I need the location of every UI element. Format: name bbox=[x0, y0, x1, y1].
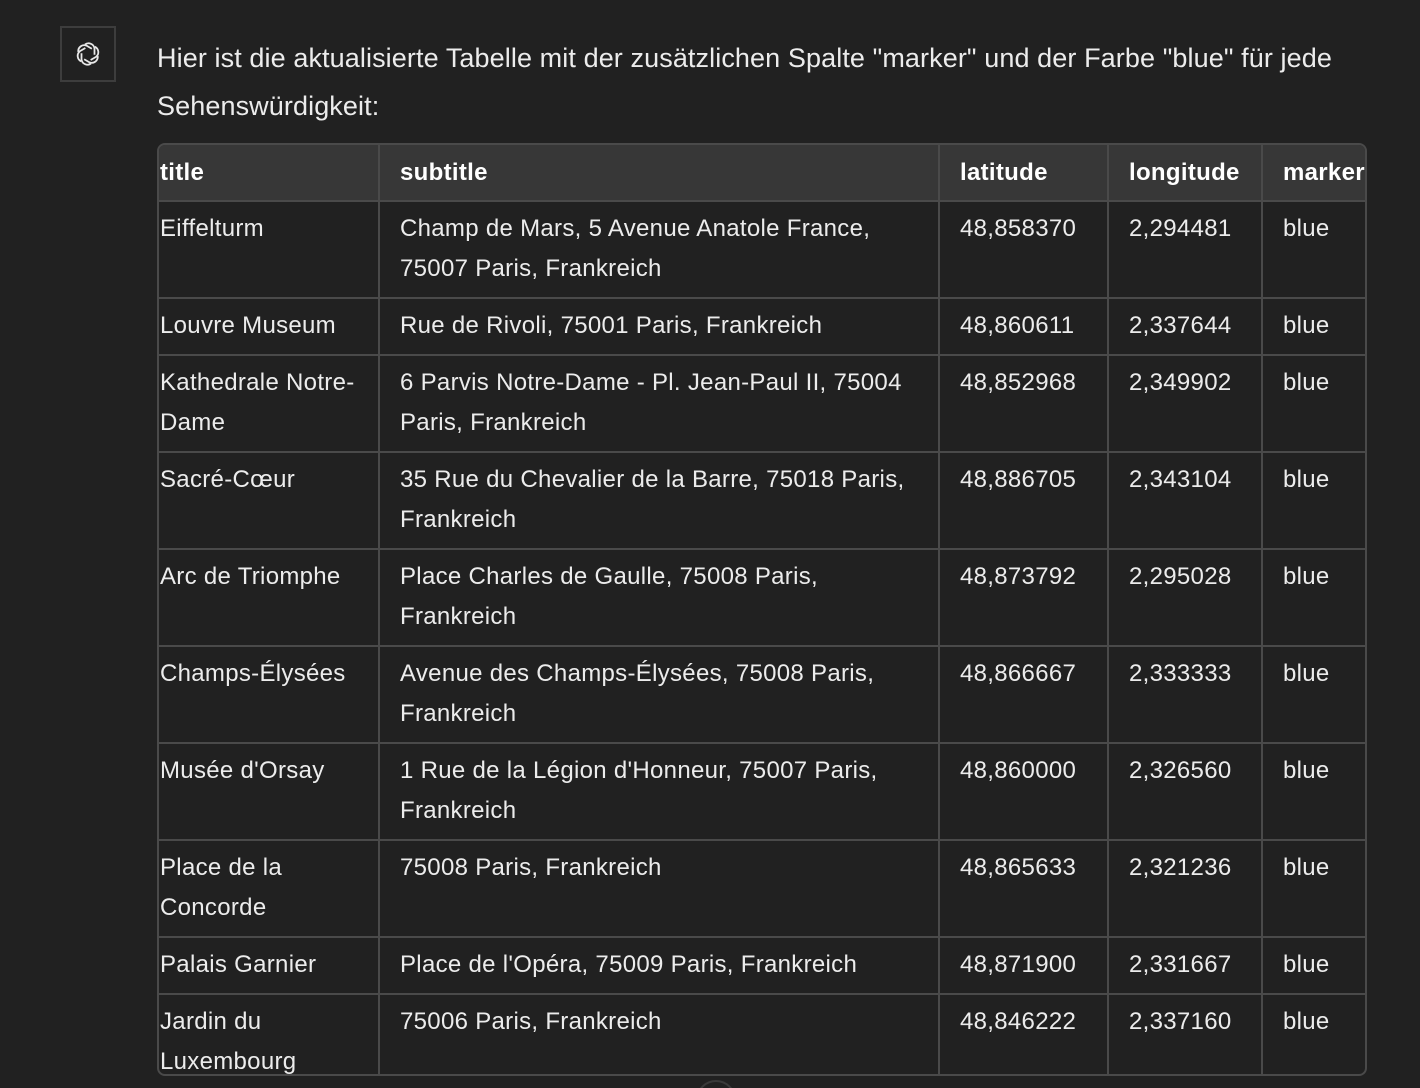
header-latitude: latitude bbox=[939, 145, 1109, 202]
cell-latitude: 48,866667 bbox=[939, 646, 1109, 744]
assistant-avatar bbox=[60, 26, 116, 82]
cell-title: Palais Garnier bbox=[159, 937, 380, 995]
header-title: title bbox=[159, 145, 380, 202]
cell-longitude: 2,333333 bbox=[1108, 646, 1263, 744]
cell-longitude: 2,294481 bbox=[1108, 201, 1263, 299]
cell-marker: blue bbox=[1262, 355, 1365, 453]
table-row: Musée d'Orsay 1 Rue de la Légion d'Honneu… bbox=[159, 743, 1365, 841]
table-row: Champs-Élysées Avenue des Champs-Élysées,… bbox=[159, 646, 1365, 744]
cell-subtitle: 75008 Paris, Frankreich bbox=[379, 840, 940, 938]
cell-marker: blue bbox=[1262, 298, 1365, 356]
cell-subtitle: Place Charles de Gaulle, 75008 Paris, Fr… bbox=[379, 549, 940, 647]
cell-subtitle: 6 Parvis Notre-Dame - Pl. Jean-Paul II, … bbox=[379, 355, 940, 453]
table-header-row: title subtitle latitude longitude marker bbox=[159, 145, 1365, 202]
cell-subtitle: 75006 Paris, Frankreich bbox=[379, 994, 940, 1074]
header-longitude: longitude bbox=[1108, 145, 1263, 202]
cell-latitude: 48,858370 bbox=[939, 201, 1109, 299]
scroll-down-button[interactable] bbox=[696, 1080, 736, 1088]
table-row: Louvre Museum Rue de Rivoli, 75001 Paris,… bbox=[159, 298, 1365, 356]
cell-marker: blue bbox=[1262, 743, 1365, 841]
cell-title: Arc de Triomphe bbox=[159, 549, 380, 647]
cell-latitude: 48,860611 bbox=[939, 298, 1109, 356]
landmarks-table: title subtitle latitude longitude marker… bbox=[159, 145, 1365, 1074]
cell-title: Champs-Élysées bbox=[159, 646, 380, 744]
cell-title: Kathedrale Notre-Dame bbox=[159, 355, 380, 453]
cell-latitude: 48,886705 bbox=[939, 452, 1109, 550]
cell-subtitle: Place de l'Opéra, 75009 Paris, Frankreic… bbox=[379, 937, 940, 995]
cell-latitude: 48,852968 bbox=[939, 355, 1109, 453]
chat-page: Hier ist die aktualisierte Tabelle mit d… bbox=[0, 0, 1420, 1088]
table-container[interactable]: title subtitle latitude longitude marker… bbox=[157, 143, 1367, 1076]
cell-marker: blue bbox=[1262, 646, 1365, 744]
cell-longitude: 2,326560 bbox=[1108, 743, 1263, 841]
cell-subtitle: Rue de Rivoli, 75001 Paris, Frankreich bbox=[379, 298, 940, 356]
cell-title: Place de la Concorde bbox=[159, 840, 380, 938]
cell-longitude: 2,349902 bbox=[1108, 355, 1263, 453]
cell-title: Eiffelturm bbox=[159, 201, 380, 299]
cell-longitude: 2,337160 bbox=[1108, 994, 1263, 1074]
cell-longitude: 2,321236 bbox=[1108, 840, 1263, 938]
cell-latitude: 48,846222 bbox=[939, 994, 1109, 1074]
table-row: Palais Garnier Place de l'Opéra, 75009 Pa… bbox=[159, 937, 1365, 995]
table-row: Jardin du Luxembourg 75006 Paris, Frankre… bbox=[159, 994, 1365, 1074]
cell-subtitle: Champ de Mars, 5 Avenue Anatole France, … bbox=[379, 201, 940, 299]
cell-title: Louvre Museum bbox=[159, 298, 380, 356]
cell-subtitle: 35 Rue du Chevalier de la Barre, 75018 P… bbox=[379, 452, 940, 550]
cell-title: Musée d'Orsay bbox=[159, 743, 380, 841]
cell-latitude: 48,871900 bbox=[939, 937, 1109, 995]
openai-logo-icon bbox=[76, 42, 100, 66]
cell-title: Jardin du Luxembourg bbox=[159, 994, 380, 1074]
cell-title: Sacré-Cœur bbox=[159, 452, 380, 550]
cell-latitude: 48,865633 bbox=[939, 840, 1109, 938]
table-row: Place de la Concorde 75008 Paris, Frankre… bbox=[159, 840, 1365, 938]
cell-latitude: 48,860000 bbox=[939, 743, 1109, 841]
cell-longitude: 2,331667 bbox=[1108, 937, 1263, 995]
cell-marker: blue bbox=[1262, 549, 1365, 647]
cell-subtitle: 1 Rue de la Légion d'Honneur, 75007 Pari… bbox=[379, 743, 940, 841]
table-body: Eiffelturm Champ de Mars, 5 Avenue Anatol… bbox=[159, 201, 1365, 1074]
cell-longitude: 2,343104 bbox=[1108, 452, 1263, 550]
cell-longitude: 2,295028 bbox=[1108, 549, 1263, 647]
table-row: Kathedrale Notre-Dame 6 Parvis Notre-Dame… bbox=[159, 355, 1365, 453]
cell-marker: blue bbox=[1262, 452, 1365, 550]
cell-marker: blue bbox=[1262, 994, 1365, 1074]
cell-marker: blue bbox=[1262, 840, 1365, 938]
cell-latitude: 48,873792 bbox=[939, 549, 1109, 647]
cell-marker: blue bbox=[1262, 937, 1365, 995]
cell-subtitle: Avenue des Champs-Élysées, 75008 Paris, … bbox=[379, 646, 940, 744]
header-marker: marker bbox=[1262, 145, 1365, 202]
table-row: Eiffelturm Champ de Mars, 5 Avenue Anatol… bbox=[159, 201, 1365, 299]
header-subtitle: subtitle bbox=[379, 145, 940, 202]
cell-marker: blue bbox=[1262, 201, 1365, 299]
assistant-message: Hier ist die aktualisierte Tabelle mit d… bbox=[157, 43, 1333, 121]
table-row: Sacré-Cœur 35 Rue du Chevalier de la Barr… bbox=[159, 452, 1365, 550]
cell-longitude: 2,337644 bbox=[1108, 298, 1263, 356]
table-row: Arc de Triomphe Place Charles de Gaulle, … bbox=[159, 549, 1365, 647]
